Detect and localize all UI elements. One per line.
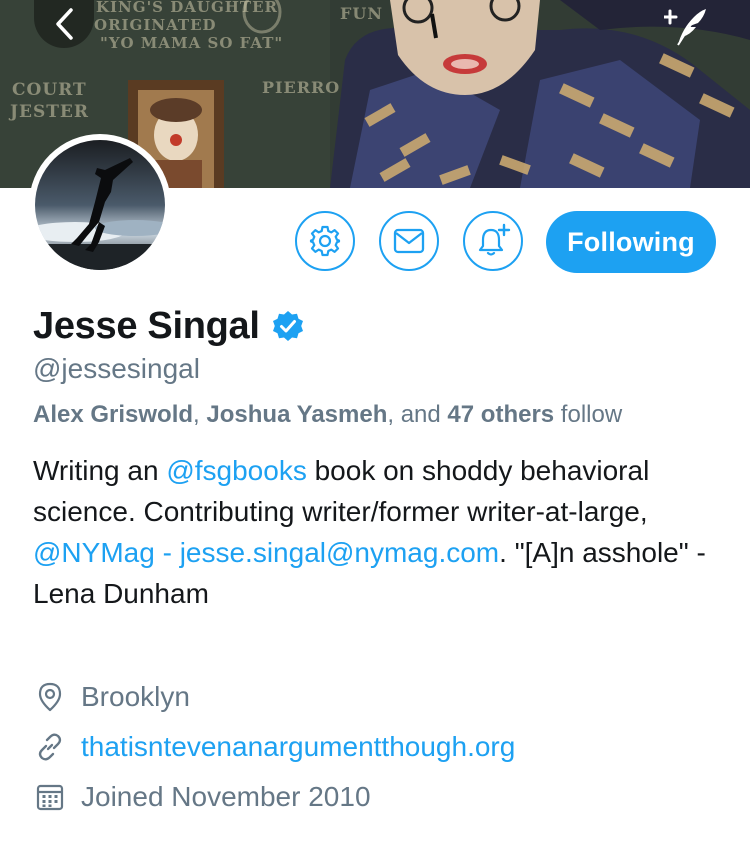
chalk-text-pierrot: PIERRO (262, 78, 341, 97)
joined-row: Joined November 2010 (33, 779, 371, 815)
joined-text: Joined November 2010 (81, 781, 371, 812)
follower-suffix: follow (554, 401, 623, 428)
envelope-icon (393, 228, 425, 254)
chalk-text-2: ORIGINATED (94, 16, 217, 34)
website-link[interactable]: thatisntevenanargumentthough.org (81, 731, 515, 763)
compose-button[interactable] (660, 4, 712, 50)
follower-count: 47 others (447, 401, 555, 428)
location-text: Brooklyn (81, 681, 190, 712)
verified-badge-icon (272, 310, 304, 342)
link-icon (33, 730, 67, 764)
avatar-image (35, 140, 165, 270)
chalk-text-fun: FUN (340, 4, 383, 23)
email-link[interactable]: jesse.singal@nymag.com (180, 537, 499, 568)
website-row[interactable]: thatisntevenanargumentthough.org (33, 729, 515, 765)
calendar-icon (33, 780, 67, 814)
notifications-button[interactable] (463, 211, 523, 271)
follower-separator: , (193, 401, 207, 428)
profile-bio: Writing an @fsgbooks book on shoddy beha… (33, 450, 723, 614)
follower-name-2: Joshua Yasmeh (206, 401, 388, 428)
profile-name-row: Jesse Singal (33, 303, 304, 349)
gear-icon (309, 225, 341, 257)
mention-nymag[interactable]: @NYMag (33, 537, 155, 568)
location-row: Brooklyn (33, 679, 190, 715)
follower-and: , and (387, 401, 448, 428)
profile-name: Jesse Singal (33, 304, 260, 347)
profile-handle: @jessesingal (33, 353, 200, 384)
bio-text-1: Writing an (33, 455, 167, 486)
bio-dash: - (154, 537, 180, 568)
chalk-text-3: "YO MAMA SO FAT" (100, 34, 284, 52)
chalk-text-1: KING'S DAUGHTER (96, 0, 278, 16)
chalk-text-court: COURT (12, 80, 87, 100)
settings-button[interactable] (295, 211, 355, 271)
profile-page: KING'S DAUGHTER ORIGINATED "YO MAMA SO F… (0, 0, 750, 844)
follower-name-1: Alex Griswold (33, 401, 194, 428)
followers-you-know[interactable]: Alex Griswold, Joshua Yasmeh, and 47 oth… (33, 401, 622, 429)
mention-fsgbooks[interactable]: @fsgbooks (166, 455, 307, 486)
compose-feather-icon (664, 9, 706, 46)
chevron-left-icon (56, 8, 73, 40)
profile-avatar[interactable] (29, 134, 171, 276)
bell-plus-icon (478, 223, 511, 256)
chalk-text-jester: JESTER (10, 102, 90, 122)
location-pin-icon (33, 680, 67, 714)
message-button[interactable] (379, 211, 439, 271)
following-button[interactable]: Following (546, 211, 716, 273)
